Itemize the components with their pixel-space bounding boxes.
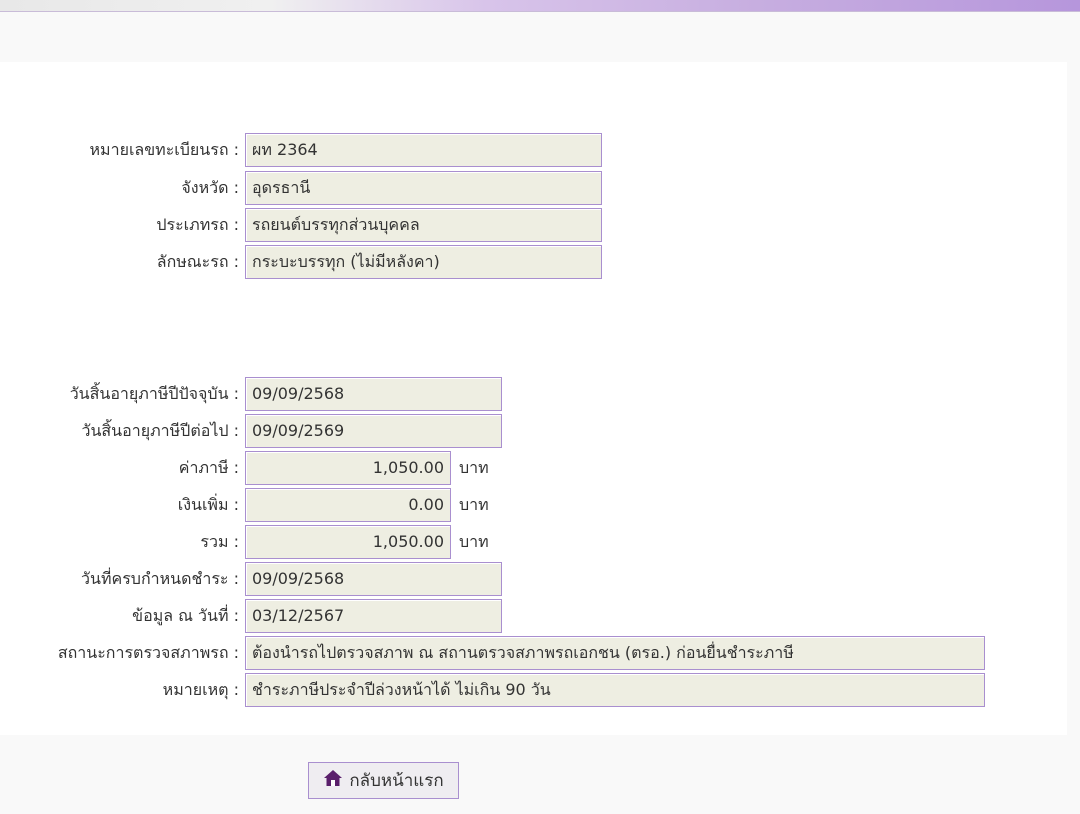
total-field[interactable]: 1,050.00 (245, 525, 451, 559)
current-expiry-field[interactable]: 09/09/2568 (245, 377, 502, 411)
total-label: รวม : (200, 531, 239, 551)
due-date-row: วันที่ครบกำหนดชำระ : 09/09/2568 (0, 562, 502, 596)
vehicle-type-label: ประเภทรถ : (156, 214, 239, 234)
tax-amount-unit: บาท (459, 457, 489, 477)
data-as-of-field[interactable]: 03/12/2567 (245, 599, 502, 633)
surcharge-label: เงินเพิ่ม : (177, 494, 239, 514)
due-date-label: วันที่ครบกำหนดชำระ : (81, 568, 239, 588)
tax-amount-field[interactable]: 1,050.00 (245, 451, 451, 485)
total-row: รวม : 1,050.00 บาท (0, 525, 489, 559)
tax-amount-row: ค่าภาษี : 1,050.00 บาท (0, 451, 489, 485)
home-icon (323, 769, 343, 792)
tax-amount-label: ค่าภาษี : (178, 457, 239, 477)
body-type-label: ลักษณะรถ : (156, 251, 239, 271)
inspection-status-field[interactable]: ต้องนำรถไปตรวจสภาพ ณ สถานตรวจสภาพรถเอกชน… (245, 636, 985, 670)
next-expiry-row: วันสิ้นอายุภาษีปีต่อไป : 09/09/2569 (0, 414, 502, 448)
due-date-field[interactable]: 09/09/2568 (245, 562, 502, 596)
body-type-field[interactable]: กระบะบรรทุก (ไม่มีหลังคา) (245, 245, 602, 279)
surcharge-field[interactable]: 0.00 (245, 488, 451, 522)
province-field[interactable]: อุดรธานี (245, 171, 602, 205)
current-expiry-label: วันสิ้นอายุภาษีปีปัจจุบัน : (69, 383, 239, 403)
body-type-row: ลักษณะรถ : กระบะบรรทุก (ไม่มีหลังคา) (0, 245, 602, 279)
inspection-status-row: สถานะการตรวจสภาพรถ : ต้องนำรถไปตรวจสภาพ ณ… (0, 636, 985, 670)
remark-row: หมายเหตุ : ชำระภาษีประจำปีล่วงหน้าได้ ไม่… (0, 673, 985, 707)
province-label: จังหวัด : (181, 177, 239, 197)
home-button[interactable]: กลับหน้าแรก (308, 762, 459, 799)
surcharge-row: เงินเพิ่ม : 0.00 บาท (0, 488, 489, 522)
vehicle-type-row: ประเภทรถ : รถยนต์บรรทุกส่วนบุคคล (0, 208, 602, 242)
remark-label: หมายเหตุ : (162, 679, 239, 699)
remark-field[interactable]: ชำระภาษีประจำปีล่วงหน้าได้ ไม่เกิน 90 วั… (245, 673, 985, 707)
header-banner (0, 0, 1080, 12)
plate-field[interactable]: ผท 2364 (245, 133, 602, 167)
surcharge-unit: บาท (459, 494, 489, 514)
total-unit: บาท (459, 531, 489, 551)
inspection-status-label: สถานะการตรวจสภาพรถ : (57, 642, 239, 662)
next-expiry-label: วันสิ้นอายุภาษีปีต่อไป : (81, 420, 239, 440)
data-as-of-label: ข้อมูล ณ วันที่ : (132, 605, 239, 625)
current-expiry-row: วันสิ้นอายุภาษีปีปัจจุบัน : 09/09/2568 (0, 377, 502, 411)
data-as-of-row: ข้อมูล ณ วันที่ : 03/12/2567 (0, 599, 502, 633)
next-expiry-field[interactable]: 09/09/2569 (245, 414, 502, 448)
plate-label: หมายเลขทะเบียนรถ : (89, 139, 240, 159)
plate-row: หมายเลขทะเบียนรถ : ผท 2364 (0, 133, 602, 167)
home-button-label: กลับหน้าแรก (349, 771, 444, 791)
province-row: จังหวัด : อุดรธานี (0, 171, 602, 205)
vehicle-type-field[interactable]: รถยนต์บรรทุกส่วนบุคคล (245, 208, 602, 242)
